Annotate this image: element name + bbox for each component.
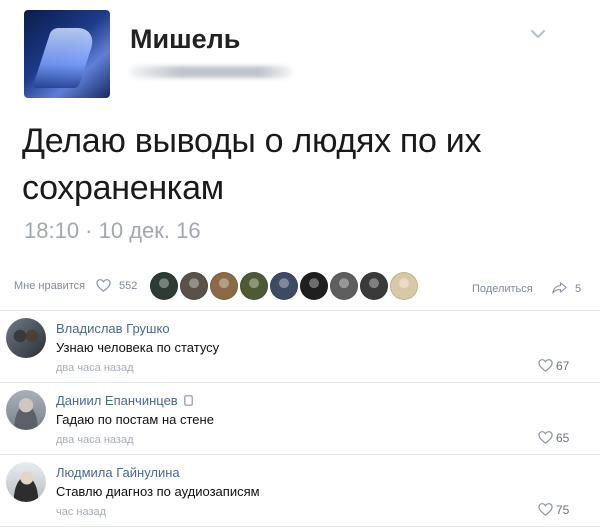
- heart-icon[interactable]: [96, 278, 111, 293]
- blurred-subtitle: [130, 66, 292, 78]
- share-label[interactable]: Поделиться: [472, 283, 533, 295]
- phone-icon: [184, 395, 194, 406]
- share-count: 5: [575, 283, 582, 295]
- comment-time[interactable]: час назад: [56, 506, 106, 518]
- liker-avatar[interactable]: [240, 272, 268, 300]
- divider: [0, 310, 600, 311]
- heart-icon[interactable]: [538, 430, 553, 445]
- heart-icon[interactable]: [538, 358, 553, 373]
- liker-avatar[interactable]: [390, 272, 418, 300]
- likes-count: 552: [119, 280, 138, 292]
- post-author-name[interactable]: Мишель: [130, 24, 240, 55]
- comment-author-name[interactable]: Даниил Епанчинцев: [56, 393, 178, 408]
- liker-avatar[interactable]: [300, 272, 328, 300]
- liker-avatar[interactable]: [210, 272, 238, 300]
- heart-icon[interactable]: [538, 502, 553, 517]
- share-icon[interactable]: [552, 280, 567, 295]
- post-text: Делаю выводы о людях по их сохраненкам: [22, 118, 582, 212]
- liker-avatars[interactable]: [150, 272, 420, 302]
- comment-text: Гадаю по постам на стене: [56, 412, 214, 427]
- post-author-avatar[interactable]: [24, 10, 110, 98]
- liker-avatar[interactable]: [150, 272, 178, 300]
- comment-author[interactable]: Владислав Грушко: [56, 321, 170, 336]
- liker-avatar[interactable]: [270, 272, 298, 300]
- comment-author[interactable]: Людмила Гайнулина: [56, 465, 180, 480]
- liker-avatar[interactable]: [180, 272, 208, 300]
- post-text-line-1: Делаю выводы о людях по их: [22, 122, 482, 160]
- avatar-image-shape: [32, 28, 98, 88]
- divider: [0, 382, 600, 383]
- comment-like-count: 75: [556, 503, 570, 517]
- comment-time[interactable]: два часа назад: [56, 434, 133, 446]
- comment-author[interactable]: Даниил Епанчинцев: [56, 393, 194, 408]
- chevron-down-icon[interactable]: [528, 24, 548, 44]
- comment-avatar[interactable]: [6, 318, 46, 358]
- comment-like-count: 65: [556, 431, 570, 445]
- post-timestamp: 18:10 · 10 дек. 16: [24, 218, 201, 243]
- comment-text: Узнаю человека по статусу: [56, 340, 220, 355]
- comment-like-count: 67: [556, 359, 570, 373]
- liker-avatar[interactable]: [330, 272, 358, 300]
- comment-avatar[interactable]: [6, 462, 46, 502]
- likes-label[interactable]: Мне нравится: [14, 280, 85, 292]
- comment-text: Ставлю диагноз по аудиозаписям: [56, 484, 260, 499]
- divider: [0, 454, 600, 455]
- liker-avatar[interactable]: [360, 272, 388, 300]
- comment-time[interactable]: два часа назад: [56, 362, 133, 374]
- comment-avatar[interactable]: [6, 390, 46, 430]
- post-text-line-2: сохраненкам: [22, 169, 224, 207]
- divider: [0, 526, 600, 527]
